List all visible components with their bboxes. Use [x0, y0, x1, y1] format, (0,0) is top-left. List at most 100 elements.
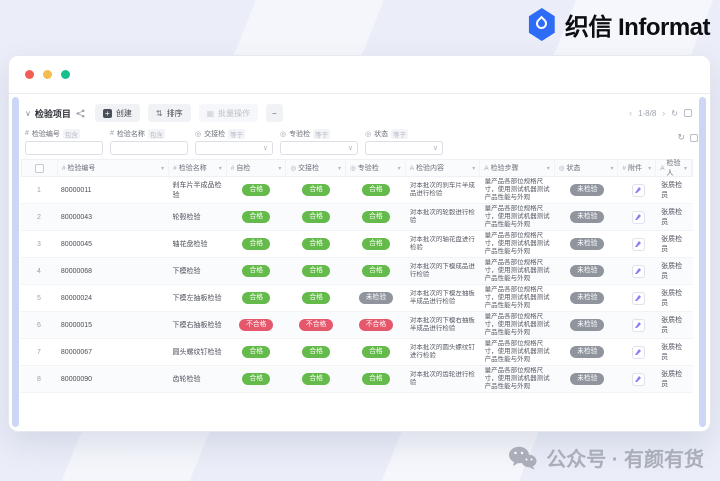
column-menu-icon[interactable]: ▾ [161, 165, 164, 172]
right-scrollbar[interactable] [699, 97, 706, 427]
table-row[interactable]: 3 80000045 轴花盘检验 合格 合格 合格 对本批次的轴花盘进行检验 量产品各部位规格… [21, 231, 693, 258]
row-number-cell: 7 [37, 348, 41, 356]
filter-select[interactable]: ∨ [365, 141, 443, 155]
status-badge: 合格 [242, 346, 271, 358]
column-header-6[interactable]: A 检验内容 ▾ [406, 160, 481, 176]
status-badge: 未检验 [570, 292, 605, 304]
table-row[interactable]: 5 80000024 下模左抽板检验 合格 合格 未检验 对本批次的下模左抽板半成品进行检验… [21, 285, 693, 312]
column-header-5[interactable]: ◎ 专验检 ▾ [346, 160, 406, 176]
special-check-cell: 合格 [346, 177, 406, 203]
table-row[interactable]: 7 80000067 圆头螺纹钉检验 合格 合格 合格 对本批次的圆头螺纹钉进行检验 量产品各… [21, 339, 693, 366]
field-type-icon: ◎ [558, 165, 565, 172]
select-all-checkbox[interactable] [34, 163, 44, 173]
inspection-steps-cell: 量产品各部位规格尺寸，使用测试机器测试产品性能与外观 [481, 204, 556, 230]
attachment-button[interactable] [631, 372, 645, 386]
column-menu-icon[interactable]: ▾ [219, 165, 222, 172]
column-menu-icon[interactable]: ▾ [547, 165, 550, 172]
column-label: 附件 [628, 165, 643, 172]
share-icon[interactable] [76, 109, 85, 118]
column-header-2[interactable]: # 检验名称 ▾ [169, 160, 227, 176]
self-check-cell: 合格 [226, 339, 286, 365]
column-menu-icon[interactable]: ▾ [398, 165, 401, 172]
attachment-button[interactable] [631, 237, 645, 251]
refresh-filters-icon[interactable]: ↻ [677, 132, 685, 143]
content-text: 对本批次的轴花盘进行检验 [409, 236, 475, 251]
field-type-icon: # [110, 130, 114, 137]
table-row[interactable]: 2 80000043 轮毂检验 合格 合格 合格 对本批次的轮毂进行检验 量产品各部位规格尺寸… [21, 204, 693, 231]
status-badge: 不合格 [239, 319, 274, 331]
attachment-button[interactable] [631, 291, 645, 305]
next-page-icon[interactable]: › [662, 108, 665, 118]
column-menu-icon[interactable]: ▾ [472, 165, 475, 172]
special-check-cell: 不合格 [346, 312, 406, 338]
filter-select[interactable]: ∨ [195, 141, 273, 155]
attachment-button[interactable] [631, 210, 645, 224]
column-header-10[interactable]: A 检验人 ▾ [656, 160, 692, 177]
filter-select[interactable]: ∨ [280, 141, 358, 155]
column-label: 检验编号 [67, 165, 96, 172]
attachment-button[interactable] [631, 345, 645, 359]
column-header-4[interactable]: ◎ 交接检 ▾ [286, 160, 347, 176]
column-menu-icon[interactable]: ▾ [684, 165, 687, 172]
column-label: 专验检 [357, 165, 379, 172]
attachment-button[interactable] [631, 264, 645, 278]
inspection-name-cell: 轴花盘检验 [172, 241, 208, 248]
column-header-3[interactable]: # 自检 ▾ [227, 160, 287, 176]
field-type-icon: A [484, 164, 489, 172]
table-row[interactable]: 8 80000090 齿轮检验 合格 合格 合格 对本批次的齿轮进行检验 量产品各部位规格尺寸… [21, 366, 693, 393]
filter-label: # 检验名称 包含 [110, 128, 195, 139]
prev-page-icon[interactable]: ‹ [629, 108, 632, 118]
row-number-cell: 3 [37, 240, 41, 248]
status-badge: 合格 [362, 184, 390, 196]
fullscreen-icon[interactable] [684, 109, 692, 117]
inspection-steps-cell: 量产品各部位规格尺寸，使用测试机器测试产品性能与外观 [481, 366, 556, 392]
grid-icon: ▦ [206, 108, 215, 118]
left-scrollbar[interactable] [12, 97, 19, 427]
filter-label: ◎ 专验检 等于 [280, 128, 365, 139]
minimize-window-icon[interactable] [43, 70, 52, 79]
inspection-steps-cell: 量产品各部位规格尺寸，使用测试机器测试产品性能与外观 [481, 285, 556, 311]
column-menu-icon[interactable]: ▾ [610, 165, 613, 172]
status-cell: 未检验 [555, 339, 619, 365]
column-header-1[interactable]: # 检验编号 ▾ [58, 160, 170, 176]
content-text: 对本批次的圆头螺纹钉进行检验 [409, 344, 475, 359]
column-label: 检验人 [666, 160, 681, 177]
create-button[interactable]: + 创建 [94, 104, 140, 122]
batch-actions-button[interactable]: ▦ 批量操作 [198, 104, 259, 122]
special-check-cell: 未检验 [346, 285, 406, 311]
status-badge: 合格 [302, 373, 330, 385]
row-number-cell: 4 [37, 267, 41, 275]
sort-button[interactable]: ⇅ 排序 [147, 104, 191, 122]
inspector-cell: 张质检员 [661, 317, 683, 334]
expand-filters-icon[interactable] [690, 133, 698, 142]
status-badge: 合格 [242, 211, 271, 223]
column-menu-icon[interactable]: ▾ [648, 165, 651, 172]
column-menu-icon[interactable]: ▾ [338, 165, 341, 172]
row-number-cell: 2 [37, 213, 41, 221]
column-header-8[interactable]: ◎ 状态 ▾ [555, 160, 619, 176]
overflow-menu-button[interactable]: – [266, 104, 283, 122]
column-menu-icon[interactable]: ▾ [278, 165, 281, 172]
table-row[interactable]: 6 80000015 下模右抽板检验 不合格 不合格 不合格 对本批次的下模右抽板半成品进行… [21, 312, 693, 339]
filter-input[interactable] [25, 141, 103, 155]
status-badge: 未检验 [570, 265, 605, 277]
inspection-name-cell: 轮毂检验 [172, 214, 201, 221]
filter-actions: ↻ [677, 132, 698, 143]
inspection-id-cell: 80000024 [60, 294, 93, 302]
refresh-icon[interactable]: ↻ [671, 109, 678, 118]
column-header-7[interactable]: A 检验步骤 ▾ [480, 160, 555, 176]
table-row[interactable]: 4 80000068 下模检验 合格 合格 合格 对本批次的下模成品进行检验 量产品各部位规格… [21, 258, 693, 285]
column-header-9[interactable]: # 附件 ▾ [618, 160, 657, 176]
chevron-down-icon[interactable]: ∨ [25, 109, 31, 118]
filter-input[interactable] [110, 141, 188, 155]
pencil-icon [635, 376, 642, 382]
close-window-icon[interactable] [25, 70, 34, 79]
status-badge: 合格 [362, 373, 390, 385]
table-row[interactable]: 1 80000011 刹车片半成品检验 合格 合格 合格 对本批次的刹车片半成品进行检验 量产… [21, 177, 693, 204]
steps-text: 量产品各部位规格尺寸，使用测试机器测试产品性能与外观 [484, 232, 550, 255]
handover-check-cell: 不合格 [286, 312, 346, 338]
maximize-window-icon[interactable] [61, 70, 70, 79]
attachment-button[interactable] [631, 318, 645, 332]
watermark: 公众号 · 有颜有货 [508, 443, 704, 472]
attachment-button[interactable] [631, 183, 645, 197]
